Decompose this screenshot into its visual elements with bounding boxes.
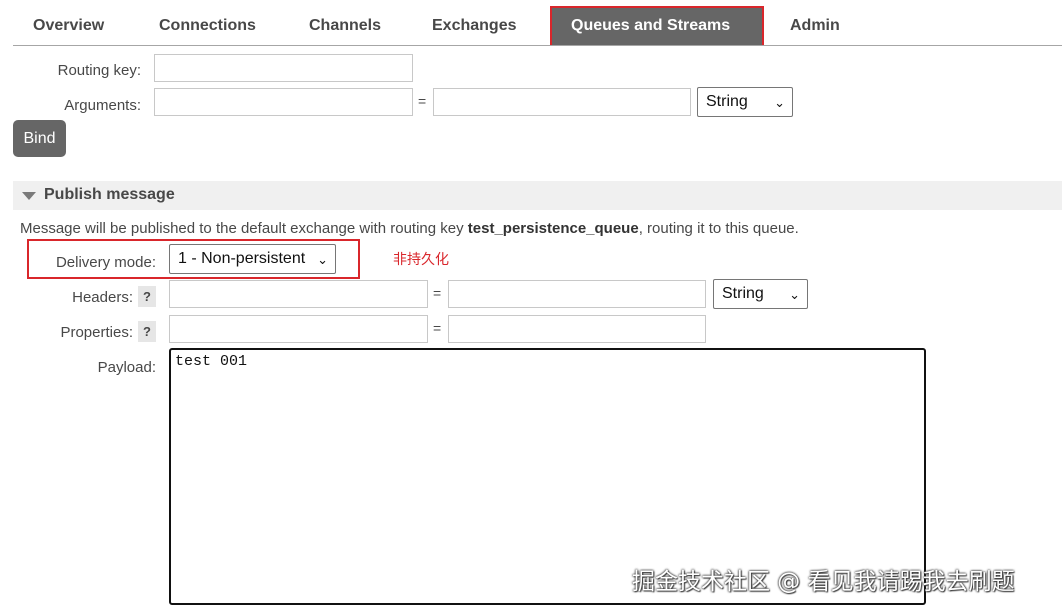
headers-label: Headers: <box>72 289 133 306</box>
routing-key-input[interactable] <box>154 54 413 82</box>
tab-channels[interactable]: Channels <box>309 6 381 45</box>
bind-button[interactable]: Bind <box>13 120 66 157</box>
section-title: Publish message <box>44 186 175 203</box>
tab-connections[interactable]: Connections <box>159 6 256 45</box>
properties-help-button[interactable]: ? <box>138 321 156 342</box>
tab-admin[interactable]: Admin <box>790 6 840 45</box>
header-value-input[interactable] <box>448 280 706 308</box>
property-value-input[interactable] <box>448 315 706 343</box>
routing-key-label: Routing key: <box>57 62 141 79</box>
delivery-mode-label: Delivery mode: <box>55 254 156 271</box>
chevron-down-icon: ⌄ <box>789 287 800 302</box>
header-key-input[interactable] <box>169 280 428 308</box>
header-type-value: String <box>722 285 764 302</box>
watermark: 掘金技术社区 @ 看见我请踢我去刷题 <box>632 569 1015 595</box>
equals-sign: = <box>433 320 442 336</box>
argument-value-input[interactable] <box>433 88 691 116</box>
tab-exchanges[interactable]: Exchanges <box>432 6 516 45</box>
routing-key-name: test_persistence_queue <box>467 220 639 237</box>
info-suffix: , routing it to this queue. <box>638 220 799 237</box>
chevron-down-icon: ⌄ <box>317 252 328 267</box>
properties-label: Properties: <box>60 324 133 341</box>
main-nav: Overview Connections Channels Exchanges … <box>13 6 1062 46</box>
publish-message-section-header[interactable]: Publish message <box>13 181 1062 210</box>
argument-type-select[interactable]: String ⌄ <box>697 87 793 117</box>
payload-label: Payload: <box>97 359 156 376</box>
delivery-mode-select[interactable]: 1 - Non-persistent ⌄ <box>169 244 336 274</box>
delivery-mode-value: 1 - Non-persistent <box>178 250 306 267</box>
annotation-note: 非持久化 <box>393 251 449 267</box>
header-type-select[interactable]: String ⌄ <box>713 279 808 309</box>
tab-queues-and-streams[interactable]: Queues and Streams <box>550 6 764 45</box>
property-key-input[interactable] <box>169 315 428 343</box>
argument-key-input[interactable] <box>154 88 413 116</box>
info-prefix: Message will be published to the default… <box>20 220 468 237</box>
tab-overview[interactable]: Overview <box>33 6 104 45</box>
headers-help-button[interactable]: ? <box>138 286 156 307</box>
argument-type-value: String <box>706 93 748 110</box>
equals-sign: = <box>433 285 442 301</box>
collapse-triangle-icon <box>22 192 36 200</box>
chevron-down-icon: ⌄ <box>774 95 785 110</box>
publish-info-text: Message will be published to the default… <box>20 220 799 237</box>
arguments-label: Arguments: <box>64 97 141 114</box>
equals-sign: = <box>418 93 427 109</box>
